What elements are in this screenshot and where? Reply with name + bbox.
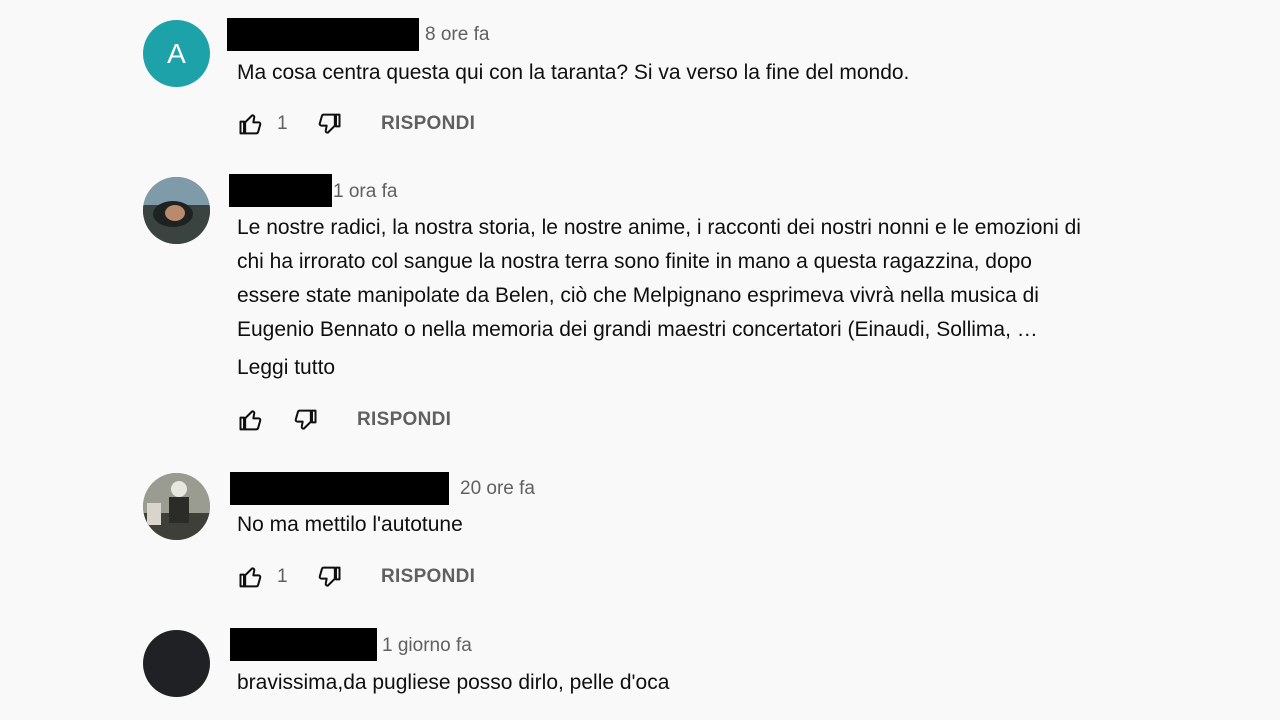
comment-timestamp[interactable]: 20 ore fa — [460, 478, 535, 500]
redacted-author-name — [227, 18, 419, 51]
thumb-up-icon[interactable] — [237, 406, 265, 434]
reply-button[interactable]: RISPONDI — [381, 566, 475, 588]
avatar[interactable] — [143, 177, 210, 244]
comment-line: Ma cosa centra questa qui con la taranta… — [237, 61, 910, 84]
comment-text: Ma cosa centra questa qui con la taranta… — [237, 56, 909, 90]
avatar[interactable] — [143, 630, 210, 697]
like-count: 1 — [277, 113, 288, 134]
comment-line: chi ha irrorato col sangue la nostra ter… — [237, 250, 1032, 273]
thumb-down-icon[interactable] — [315, 563, 343, 591]
avatar[interactable]: A — [143, 20, 210, 87]
avatar-letter: A — [167, 37, 186, 69]
avatar[interactable] — [143, 473, 210, 540]
avatar-image — [143, 473, 210, 540]
comment-line: bravissima,da pugliese posso dirlo, pell… — [237, 671, 670, 694]
read-more-link[interactable]: Leggi tutto — [237, 356, 335, 380]
comment-line: Le nostre radici, la nostra storia, le n… — [237, 216, 1081, 239]
reply-button[interactable]: RISPONDI — [381, 113, 475, 135]
comment-text: No ma mettilo l'autotune — [237, 508, 463, 542]
comment-line: essere state manipolate da Belen, ciò ch… — [237, 284, 1039, 307]
comment-timestamp[interactable]: 1 ora fa — [333, 181, 397, 203]
redacted-author-name — [230, 628, 377, 661]
comment-line: Eugenio Bennato o nella memoria dei gran… — [237, 318, 1038, 341]
like-count: 1 — [277, 566, 288, 587]
redacted-author-name — [230, 472, 449, 505]
comment-timestamp[interactable]: 8 ore fa — [425, 24, 489, 46]
comment-text: bravissima,da pugliese posso dirlo, pell… — [237, 666, 669, 700]
redacted-author-name — [229, 174, 332, 207]
reply-button[interactable]: RISPONDI — [357, 409, 451, 431]
thumb-up-icon[interactable] — [237, 110, 265, 138]
thumb-down-icon[interactable] — [315, 110, 343, 138]
comment-line: No ma mettilo l'autotune — [237, 513, 463, 536]
avatar-image — [143, 177, 210, 244]
comment-timestamp[interactable]: 1 giorno fa — [382, 635, 472, 657]
comment-text: Le nostre radici, la nostra storia, le n… — [237, 211, 1081, 347]
thumb-down-icon[interactable] — [291, 406, 319, 434]
thumb-up-icon[interactable] — [237, 563, 265, 591]
